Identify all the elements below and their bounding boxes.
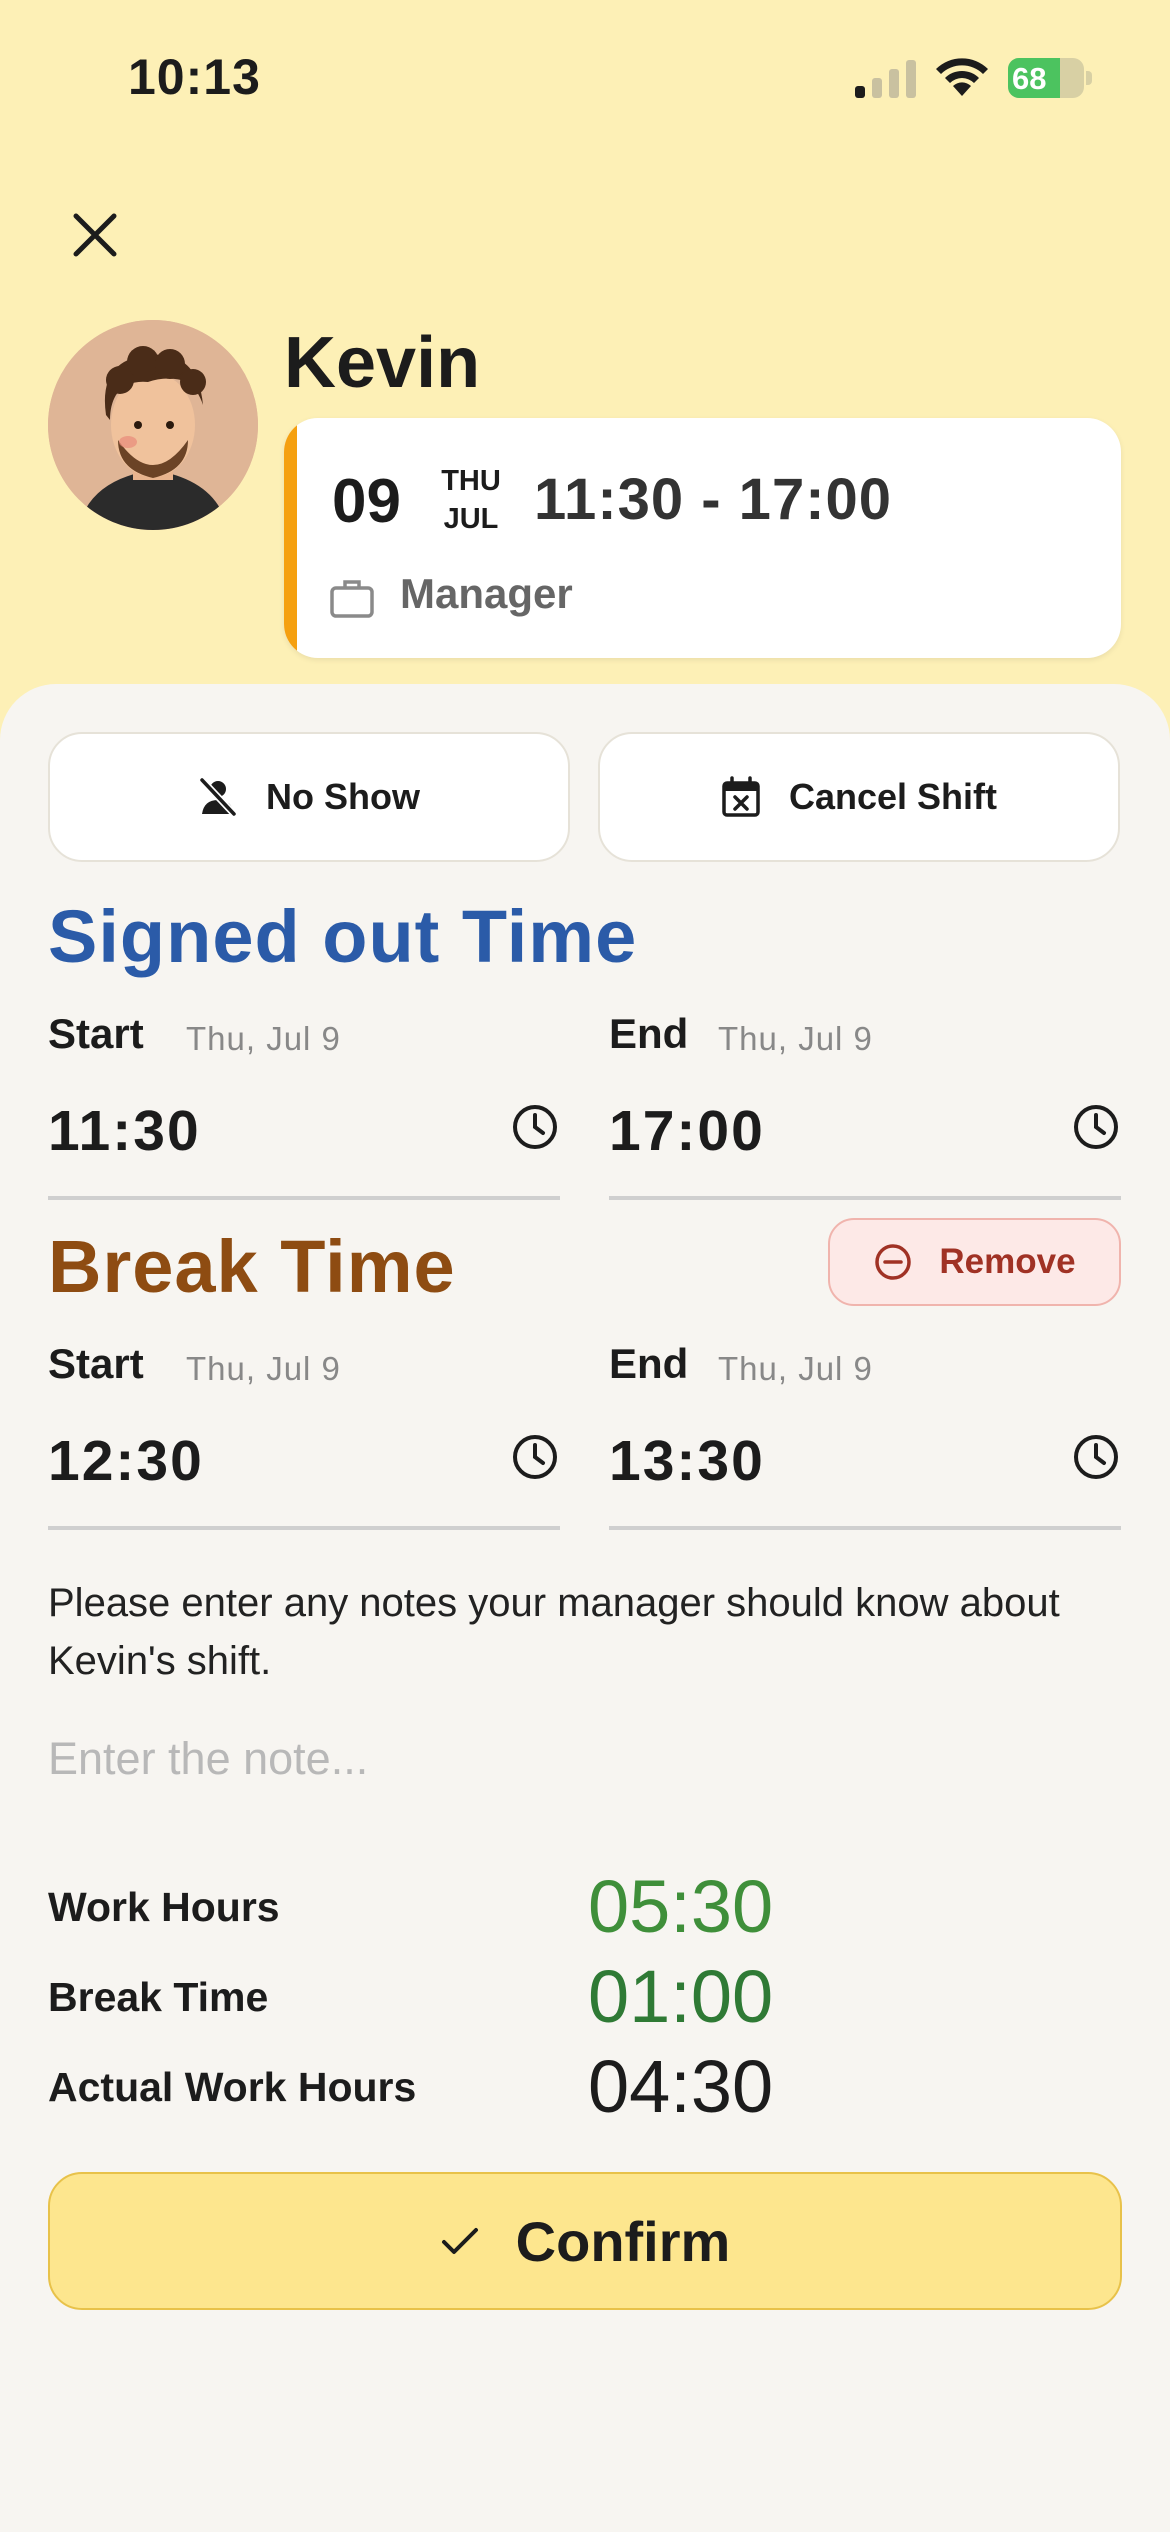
field-underline (609, 1196, 1121, 1200)
signed-out-end-date: Thu, Jul 9 (718, 1020, 873, 1057)
avatar-illustration (48, 320, 258, 530)
cellular-signal-icon (855, 60, 916, 98)
shift-weekday-month: THU JUL (426, 462, 516, 538)
confirm-label: Confirm (515, 2209, 731, 2273)
signed-out-end-label: End (609, 1010, 689, 1057)
work-hours-row: Work Hours 05:30 (48, 1864, 1122, 1954)
minus-circle-icon (875, 1244, 912, 1280)
status-time: 10:13 (128, 49, 261, 105)
break-end-date: Thu, Jul 9 (718, 1350, 873, 1387)
status-bar: 10:13 68 (0, 0, 1170, 150)
work-hours-value: 05:30 (588, 1865, 774, 1948)
signed-out-title: Signed out Time (48, 895, 638, 978)
work-hours-label: Work Hours (48, 1884, 280, 1930)
break-end-field[interactable]: End Thu, Jul 9 13:30 (609, 1340, 1121, 1540)
check-icon (441, 2228, 478, 2254)
break-start-date: Thu, Jul 9 (186, 1350, 341, 1387)
break-time-value: 01:00 (588, 1955, 774, 2038)
signed-out-end-field[interactable]: End Thu, Jul 9 17:00 (609, 1010, 1121, 1210)
no-show-label: No Show (266, 776, 420, 817)
field-underline (609, 1526, 1121, 1530)
signed-out-start-label: Start (48, 1010, 144, 1057)
battery-percent: 68 (1012, 61, 1047, 96)
signed-out-start-value: 11:30 (48, 1099, 201, 1163)
signed-out-end-value: 17:00 (609, 1099, 765, 1163)
edit-shift-sheet: No Show Cancel Shift Signed out Time Sta… (0, 684, 1170, 2532)
signed-out-start-date: Thu, Jul 9 (186, 1020, 341, 1057)
notes-prompt: Please enter any notes your manager shou… (48, 1581, 1060, 1683)
clock-icon[interactable] (1071, 1102, 1121, 1152)
break-start-field[interactable]: Start Thu, Jul 9 12:30 (48, 1340, 560, 1540)
notes-input[interactable] (48, 1724, 1122, 1794)
shift-card: 09 THU JUL 11:30 - 17:00 Manager (284, 418, 1121, 658)
no-show-button[interactable]: No Show (48, 732, 570, 862)
break-end-label: End (609, 1340, 689, 1387)
remove-label: Remove (939, 1242, 1076, 1281)
clock-icon[interactable] (510, 1432, 560, 1482)
close-icon (73, 213, 117, 257)
break-time-title: Break Time (48, 1225, 456, 1308)
avatar (48, 320, 258, 530)
calendar-cancel-icon (722, 776, 760, 817)
signed-out-start-field[interactable]: Start Thu, Jul 9 11:30 (48, 1010, 560, 1210)
remove-break-button[interactable]: Remove (828, 1218, 1121, 1306)
clock-icon[interactable] (1071, 1432, 1121, 1482)
actual-work-hours-value: 04:30 (588, 2045, 774, 2128)
clock-icon[interactable] (510, 1102, 560, 1152)
person-off-icon (199, 777, 237, 817)
shift-time-range: 11:30 - 17:00 (534, 467, 893, 532)
break-end-value: 13:30 (609, 1429, 765, 1493)
actual-work-hours-label: Actual Work Hours (48, 2064, 417, 2110)
shift-day: 09 (332, 467, 401, 536)
shift-accent-bar (284, 418, 297, 658)
employee-name: Kevin (284, 323, 481, 403)
cancel-shift-button[interactable]: Cancel Shift (598, 732, 1120, 862)
cancel-shift-label: Cancel Shift (788, 776, 998, 817)
briefcase-icon (330, 580, 374, 618)
shift-role: Manager (400, 570, 573, 617)
shift-weekday: THU (441, 465, 501, 497)
confirm-button[interactable]: Confirm (48, 2172, 1122, 2310)
battery-indicator: 68 (1008, 58, 1092, 98)
break-time-label: Break Time (48, 1974, 269, 2020)
wifi-icon (936, 58, 988, 96)
shift-month: JUL (443, 503, 499, 535)
break-start-label: Start (48, 1340, 144, 1387)
actual-work-hours-row: Actual Work Hours 04:30 (48, 2044, 1122, 2134)
close-button[interactable] (60, 200, 130, 270)
break-start-value: 12:30 (48, 1429, 204, 1493)
break-time-row: Break Time 01:00 (48, 1954, 1122, 2044)
field-underline (48, 1526, 560, 1530)
field-underline (48, 1196, 560, 1200)
